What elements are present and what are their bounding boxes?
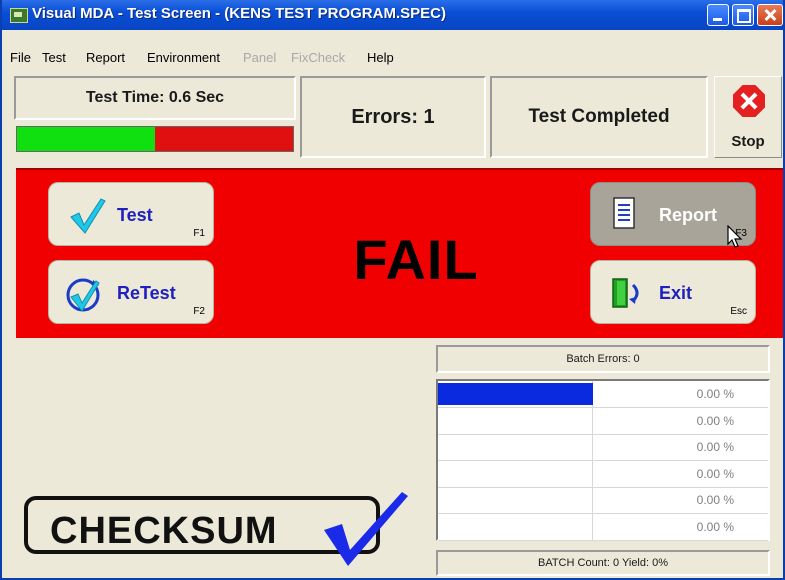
batch-percent: 0.00 % (696, 493, 734, 507)
batch-count-panel: BATCH Count: 0 Yield: 0% (436, 550, 770, 576)
checksum-logo: CHECKSUM (20, 490, 410, 566)
batch-row: 0.00 % (438, 487, 768, 514)
batch-percent: 0.00 % (696, 519, 734, 534)
batch-results-grid: 0.00 % 0.00 % 0.00 % 0.00 % 0.00 % 0.00 % (436, 379, 770, 541)
batch-row: 0.00 % (438, 381, 768, 408)
menu-test[interactable]: Test (42, 50, 66, 65)
menu-help[interactable]: Help (367, 50, 394, 65)
state-panel: Test Completed (490, 76, 708, 158)
batch-bar-cell (438, 487, 593, 513)
progress-pass-fill (17, 127, 155, 151)
batch-row: 0.00 % (438, 513, 768, 541)
mouse-cursor-icon (727, 225, 743, 248)
batch-percent: 0.00 % (696, 413, 734, 428)
state-text: Test Completed (528, 106, 670, 127)
exit-button-key: Esc (730, 306, 747, 317)
batch-bar (438, 383, 593, 405)
retest-button[interactable]: ReTest F2 (48, 260, 214, 324)
title-bar[interactable]: Visual MDA - Test Screen - (KENS TEST PR… (2, 0, 783, 30)
menu-panel: Panel (243, 50, 277, 65)
test-button-key: F1 (193, 228, 205, 239)
stop-button[interactable]: Stop (714, 76, 782, 158)
batch-row: 0.00 % (438, 434, 768, 461)
app-window: Visual MDA - Test Screen - (KENS TEST PR… (0, 0, 785, 580)
retest-icon (66, 278, 100, 312)
menu-file[interactable]: File (10, 50, 31, 65)
maximize-button[interactable] (732, 4, 754, 26)
close-window-button[interactable] (757, 4, 783, 26)
exit-button-label: Exit (659, 283, 693, 303)
test-time-panel: Test Time: 0.6 Sec (14, 76, 296, 120)
report-button-label: Report (659, 205, 717, 225)
exit-door-icon (612, 278, 639, 308)
menu-fixcheck: FixCheck (291, 50, 346, 65)
menu-environment[interactable]: Environment (147, 50, 220, 65)
errors-panel: Errors: 1 (300, 76, 486, 158)
retest-button-key: F2 (193, 306, 205, 317)
stop-icon (733, 85, 765, 117)
menu-bar: File Test Report Environment Panel FixCh… (2, 46, 783, 68)
test-time-text: Test Time: 0.6 Sec (85, 89, 225, 106)
result-banner: Test F1 ReTest F2 FAIL Report F3 Exit Es… (16, 168, 783, 338)
exit-button[interactable]: Exit Esc (590, 260, 756, 324)
retest-button-label: ReTest (117, 283, 176, 303)
menu-report[interactable]: Report (86, 50, 125, 65)
result-text: FAIL (353, 228, 479, 291)
logo-checkmark-icon (324, 492, 408, 566)
batch-row: 0.00 % (438, 407, 768, 435)
batch-bar-cell (438, 381, 593, 407)
batch-bar-cell (438, 434, 593, 460)
test-button-label: Test (117, 205, 153, 225)
batch-percent: 0.00 % (696, 440, 734, 454)
report-document-icon (613, 197, 635, 229)
batch-errors-panel: Batch Errors: 0 (436, 345, 770, 373)
batch-bar-cell (438, 513, 593, 540)
batch-percent: 0.00 % (696, 466, 734, 481)
logo-text: CHECKSUM (50, 510, 278, 552)
window-title: Visual MDA - Test Screen - (KENS TEST PR… (32, 5, 446, 22)
batch-count-text: BATCH Count: 0 Yield: 0% (537, 557, 669, 569)
checkmark-icon (70, 198, 106, 234)
stop-label: Stop (731, 133, 765, 150)
minimize-button[interactable] (707, 4, 729, 26)
batch-bar-cell (438, 460, 593, 487)
test-progress-bar (16, 126, 294, 152)
batch-errors-text: Batch Errors: 0 (566, 353, 640, 365)
report-button[interactable]: Report F3 (590, 182, 756, 248)
batch-row: 0.00 % (438, 460, 768, 488)
batch-percent: 0.00 % (696, 387, 734, 401)
batch-bar-cell (438, 407, 593, 434)
test-button[interactable]: Test F1 (48, 182, 214, 246)
app-icon (10, 8, 28, 23)
errors-text: Errors: 1 (351, 106, 435, 128)
